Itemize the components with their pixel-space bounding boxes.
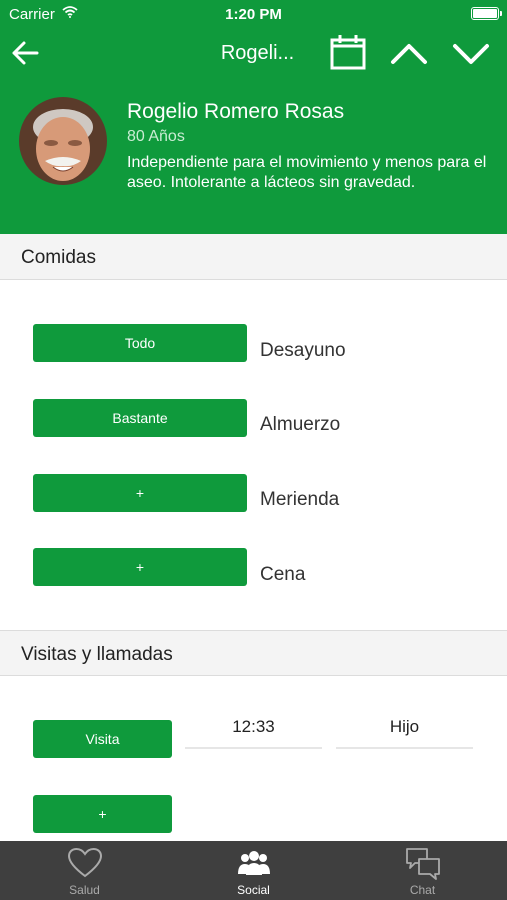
visit-time-field[interactable]: 12:33 [185,707,322,749]
back-arrow-icon[interactable] [10,38,40,68]
section-header-comidas: Comidas [0,234,507,280]
chevron-up-icon[interactable] [390,38,428,68]
calendar-icon[interactable] [330,34,366,70]
patient-description: Independiente para el movimiento y menos… [127,154,487,191]
nav-title: Rogeli... [220,42,295,64]
visit-type-button[interactable]: Visita [33,720,172,758]
people-icon [238,851,270,875]
add-visit-button[interactable]: + [33,795,172,833]
heart-icon [67,847,103,878]
meal-button-desayuno[interactable]: Todo [33,324,247,362]
meal-button-cena[interactable]: + [33,548,247,586]
visit-who-field[interactable]: Hijo [336,707,473,749]
patient-avatar [19,97,107,185]
meal-label-almuerzo: Almuerzo [260,414,341,435]
meal-label-desayuno: Desayuno [260,340,346,361]
chat-bubbles-icon [406,848,440,880]
meal-label-merienda: Merienda [260,489,340,510]
tab-label-chat: Chat [409,883,436,897]
patient-header: Carrier 1:20 PM Rogeli... Rogelio Romero… [0,0,507,234]
patient-age: 80 Años [127,128,185,145]
meal-button-almuerzo[interactable]: Bastante [33,399,247,437]
chevron-down-icon[interactable] [452,38,490,68]
tab-chat[interactable]: Chat [338,841,507,900]
meal-label-cena: Cena [260,564,306,585]
tab-label-social: Social [237,883,270,897]
tab-label-salud: Salud [69,883,100,897]
tab-bar: Salud Social Chat [0,841,507,900]
status-time: 1:20 PM [225,6,282,23]
status-bar: Carrier 1:20 PM [0,0,507,28]
section-title-visitas: Visitas y llamadas [21,644,173,665]
tab-salud[interactable]: Salud [0,841,169,900]
battery-icon [471,7,502,20]
nav-bar: Rogeli... [0,28,507,78]
section-header-visitas: Visitas y llamadas [0,630,507,676]
patient-name: Rogelio Romero Rosas [127,100,345,123]
meal-button-merienda[interactable]: + [33,474,247,512]
tab-social[interactable]: Social [169,841,338,900]
section-title-comidas: Comidas [21,247,96,268]
